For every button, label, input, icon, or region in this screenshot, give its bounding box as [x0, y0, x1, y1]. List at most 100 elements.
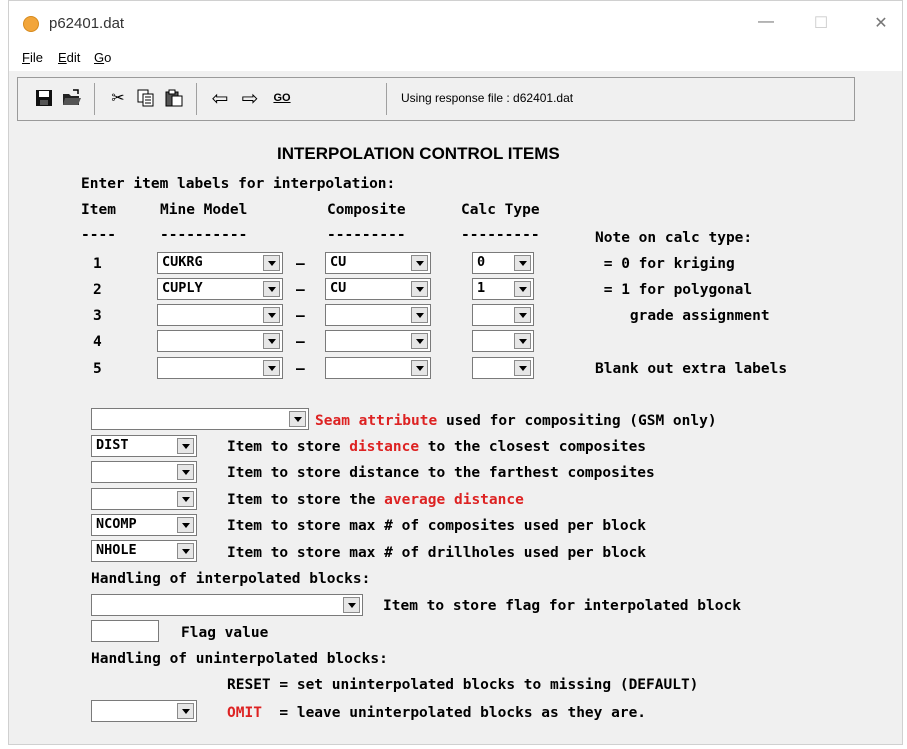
average-distance-dropdown[interactable]: [91, 488, 197, 510]
chevron-down-icon[interactable]: [514, 307, 531, 323]
app-icon: [23, 16, 39, 32]
copy-icon[interactable]: [134, 86, 158, 110]
chevron-down-icon[interactable]: [177, 517, 194, 533]
column-header-mine-model: Mine Model: [160, 202, 248, 218]
column-header-composite: Composite: [327, 202, 406, 218]
mine-model-dropdown-5[interactable]: [157, 357, 283, 379]
calc-type-dropdown-1[interactable]: 0: [472, 252, 534, 274]
reset-option-label: RESET = set uninterpolated blocks to mis…: [227, 677, 699, 693]
chevron-down-icon[interactable]: [411, 255, 428, 271]
close-button[interactable]: ✕: [866, 13, 896, 33]
dash-calc-type: ---------: [461, 227, 540, 243]
calc-note-polygonal: = 1 for polygonal: [595, 282, 753, 298]
distance-closest-label: Item to store distance to the closest co…: [227, 439, 647, 455]
row-item-number: 3: [93, 308, 102, 324]
chevron-down-icon[interactable]: [263, 255, 280, 271]
toolbar: ✂ ⇦ ⇨ GO Using response file : d62401.da…: [17, 77, 855, 121]
dash-item: ----: [81, 227, 116, 243]
flag-value-input[interactable]: [91, 620, 159, 642]
seam-attribute-dropdown[interactable]: [91, 408, 309, 430]
calc-note-grade: grade assignment: [595, 308, 770, 324]
interpolated-flag-dropdown[interactable]: [91, 594, 363, 616]
prompt-label: Enter item labels for interpolation:: [81, 176, 396, 192]
chevron-down-icon[interactable]: [177, 703, 194, 719]
row-item-number: 5: [93, 361, 102, 377]
composite-dropdown-5[interactable]: [325, 357, 431, 379]
chevron-down-icon[interactable]: [177, 438, 194, 454]
omit-option-dropdown[interactable]: [91, 700, 197, 722]
menu-file[interactable]: File: [22, 50, 43, 65]
flag-value-label: Flag value: [181, 625, 269, 641]
composite-dropdown-4[interactable]: [325, 330, 431, 352]
back-arrow-icon[interactable]: ⇦: [208, 86, 232, 110]
form-heading: INTERPOLATION CONTROL ITEMS: [277, 144, 560, 163]
menu-edit[interactable]: Edit: [58, 50, 80, 65]
calc-type-dropdown-5[interactable]: [472, 357, 534, 379]
calc-note-blank: Blank out extra labels: [595, 361, 788, 377]
mine-model-dropdown-3[interactable]: [157, 304, 283, 326]
menu-bar: File Edit Go: [9, 47, 902, 71]
calc-note-title: Note on calc type:: [595, 230, 753, 246]
calc-type-dropdown-3[interactable]: [472, 304, 534, 326]
paste-icon[interactable]: [162, 86, 186, 110]
chevron-down-icon[interactable]: [263, 333, 280, 349]
distance-closest-dropdown[interactable]: DIST: [91, 435, 197, 457]
composite-dropdown-3[interactable]: [325, 304, 431, 326]
go-icon[interactable]: GO: [270, 86, 294, 110]
chevron-down-icon[interactable]: [514, 281, 531, 297]
save-icon[interactable]: [32, 86, 56, 110]
minimize-button[interactable]: —: [751, 13, 781, 31]
chevron-down-icon[interactable]: [177, 543, 194, 559]
chevron-down-icon[interactable]: [411, 333, 428, 349]
chevron-down-icon[interactable]: [514, 360, 531, 376]
row-item-number: 4: [93, 334, 102, 350]
maximize-button[interactable]: ☐: [806, 13, 836, 33]
ncomp-dropdown[interactable]: NCOMP: [91, 514, 197, 536]
chevron-down-icon[interactable]: [263, 307, 280, 323]
interpolated-flag-label: Item to store flag for interpolated bloc…: [383, 598, 741, 614]
chevron-down-icon[interactable]: [411, 360, 428, 376]
ncomp-label: Item to store max # of composites used p…: [227, 518, 647, 534]
mine-model-dropdown-4[interactable]: [157, 330, 283, 352]
column-header-item: Item: [81, 202, 116, 218]
composite-dropdown-2[interactable]: CU: [325, 278, 431, 300]
chevron-down-icon[interactable]: [411, 281, 428, 297]
uninterpolated-heading: Handling of uninterpolated blocks:: [91, 651, 388, 667]
forward-arrow-icon[interactable]: ⇨: [238, 86, 262, 110]
chevron-down-icon[interactable]: [411, 307, 428, 323]
window-title: p62401.dat: [49, 15, 125, 32]
form-panel: INTERPOLATION CONTROL ITEMS Enter item l…: [17, 126, 895, 740]
chevron-down-icon[interactable]: [514, 255, 531, 271]
interpolated-heading: Handling of interpolated blocks:: [91, 571, 371, 587]
omit-option-label: OMIT = leave uninterpolated blocks as th…: [227, 705, 647, 721]
mine-model-dropdown-2[interactable]: CUPLY: [157, 278, 283, 300]
chevron-down-icon[interactable]: [177, 464, 194, 480]
distance-farthest-label: Item to store distance to the farthest c…: [227, 465, 655, 481]
row-item-number: 1: [93, 256, 102, 272]
toolbar-separator: [386, 83, 387, 115]
calc-note-kriging: = 0 for kriging: [595, 256, 735, 272]
dash-mine-model: ----------: [160, 227, 248, 243]
chevron-down-icon[interactable]: [343, 597, 360, 613]
row-separator: –: [296, 361, 305, 377]
chevron-down-icon[interactable]: [263, 281, 280, 297]
chevron-down-icon[interactable]: [289, 411, 306, 427]
row-item-number: 2: [93, 282, 102, 298]
chevron-down-icon[interactable]: [263, 360, 280, 376]
nhole-label: Item to store max # of drillholes used p…: [227, 545, 647, 561]
chevron-down-icon[interactable]: [177, 491, 194, 507]
seam-attribute-label: Seam attribute used for compositing (GSM…: [315, 413, 717, 429]
calc-type-dropdown-2[interactable]: 1: [472, 278, 534, 300]
distance-farthest-dropdown[interactable]: [91, 461, 197, 483]
row-separator: –: [296, 256, 305, 272]
title-bar: p62401.dat — ☐ ✕: [9, 1, 902, 47]
menu-go[interactable]: Go: [94, 50, 111, 65]
nhole-dropdown[interactable]: NHOLE: [91, 540, 197, 562]
application-window: p62401.dat — ☐ ✕ File Edit Go ✂ ⇦ ⇨ GO U…: [8, 0, 903, 745]
cut-icon[interactable]: ✂: [106, 86, 130, 110]
open-icon[interactable]: [60, 86, 84, 110]
mine-model-dropdown-1[interactable]: CUKRG: [157, 252, 283, 274]
chevron-down-icon[interactable]: [514, 333, 531, 349]
composite-dropdown-1[interactable]: CU: [325, 252, 431, 274]
calc-type-dropdown-4[interactable]: [472, 330, 534, 352]
